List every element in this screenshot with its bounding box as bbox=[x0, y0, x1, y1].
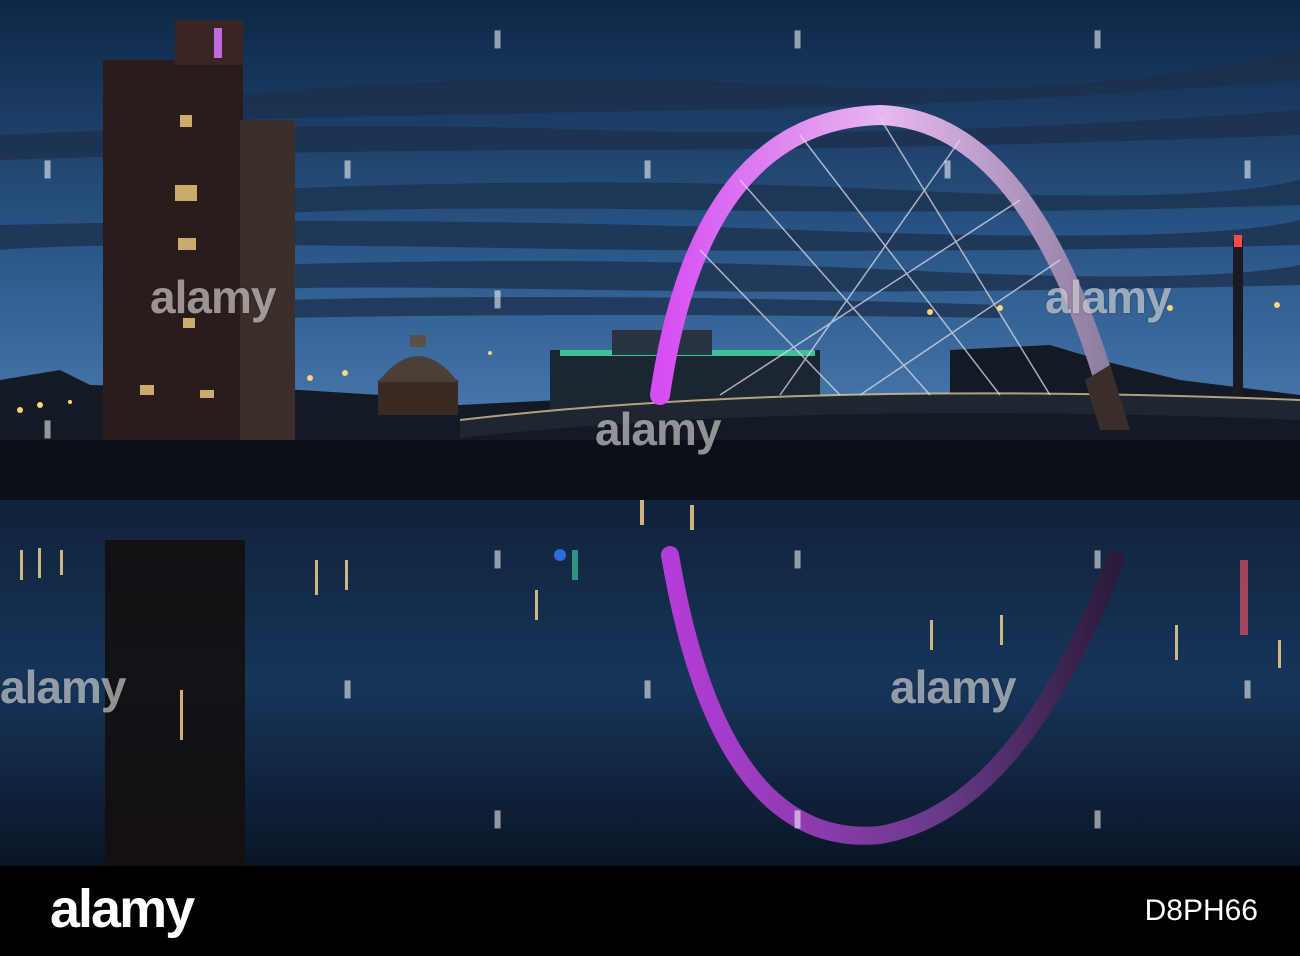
footer-bar: alamy D8PH66 bbox=[0, 866, 1300, 956]
watermark-mark: ❚ bbox=[640, 678, 656, 699]
watermark-mark: ❚ bbox=[490, 548, 506, 569]
watermark-mark: ❚ bbox=[790, 808, 806, 829]
watermark-mark: ❚ bbox=[790, 28, 806, 49]
watermark: alamy bbox=[1045, 271, 1171, 323]
watermark-mark: ❚ bbox=[490, 288, 506, 309]
photo-scene: alamy alamy alamy alamy alamy ❚ ❚ ❚ ❚ ❚ … bbox=[0, 0, 1300, 866]
watermark-mark: ❚ bbox=[340, 678, 356, 699]
alamy-logo: alamy bbox=[50, 879, 195, 939]
watermark-mark: ❚ bbox=[640, 158, 656, 179]
watermark-mark: ❚ bbox=[790, 548, 806, 569]
watermark-mark: ❚ bbox=[40, 418, 56, 439]
watermark-mark: ❚ bbox=[490, 28, 506, 49]
watermark-mark: ❚ bbox=[1090, 548, 1106, 569]
watermark-mark: ❚ bbox=[490, 808, 506, 829]
watermark: alamy bbox=[595, 403, 721, 455]
watermark-mark: ❚ bbox=[940, 158, 956, 179]
watermark: alamy bbox=[150, 271, 276, 323]
watermark-mark: ❚ bbox=[1240, 678, 1256, 699]
watermark-mark: ❚ bbox=[40, 158, 56, 179]
watermark-mark: ❚ bbox=[1090, 808, 1106, 829]
watermark: alamy bbox=[0, 661, 126, 713]
watermark: alamy bbox=[890, 661, 1016, 713]
watermark-mark: ❚ bbox=[340, 158, 356, 179]
image-id-label: D8PH66 bbox=[1144, 894, 1258, 927]
watermark-mark: ❚ bbox=[1090, 28, 1106, 49]
watermark-mark: ❚ bbox=[1240, 158, 1256, 179]
